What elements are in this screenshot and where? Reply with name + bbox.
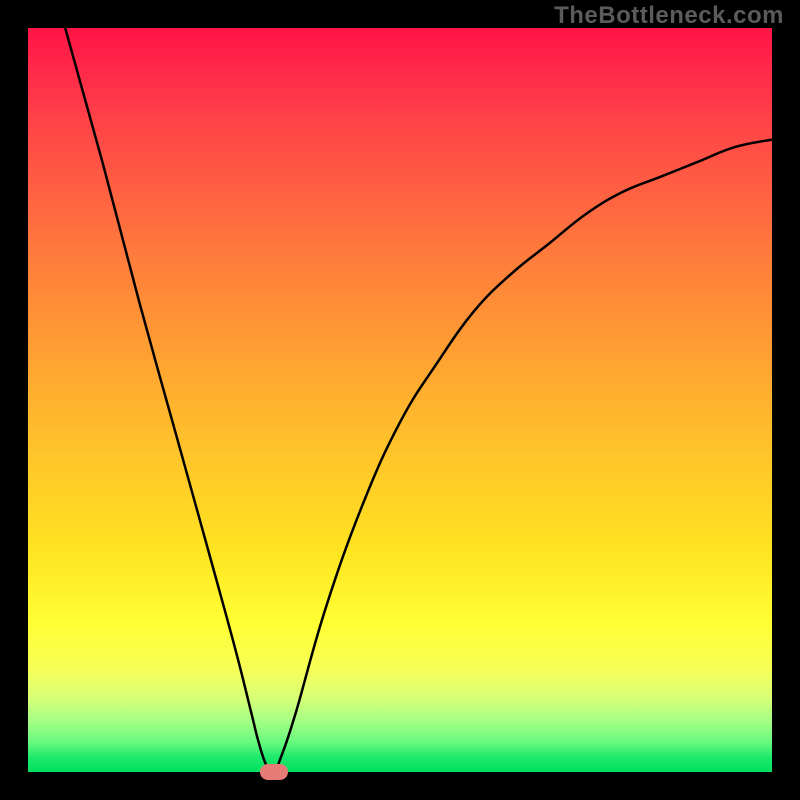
bottleneck-curve [28,28,772,772]
plot-area [28,28,772,772]
minimum-marker [260,764,288,780]
chart-frame: TheBottleneck.com [0,0,800,800]
watermark-text: TheBottleneck.com [554,2,784,30]
